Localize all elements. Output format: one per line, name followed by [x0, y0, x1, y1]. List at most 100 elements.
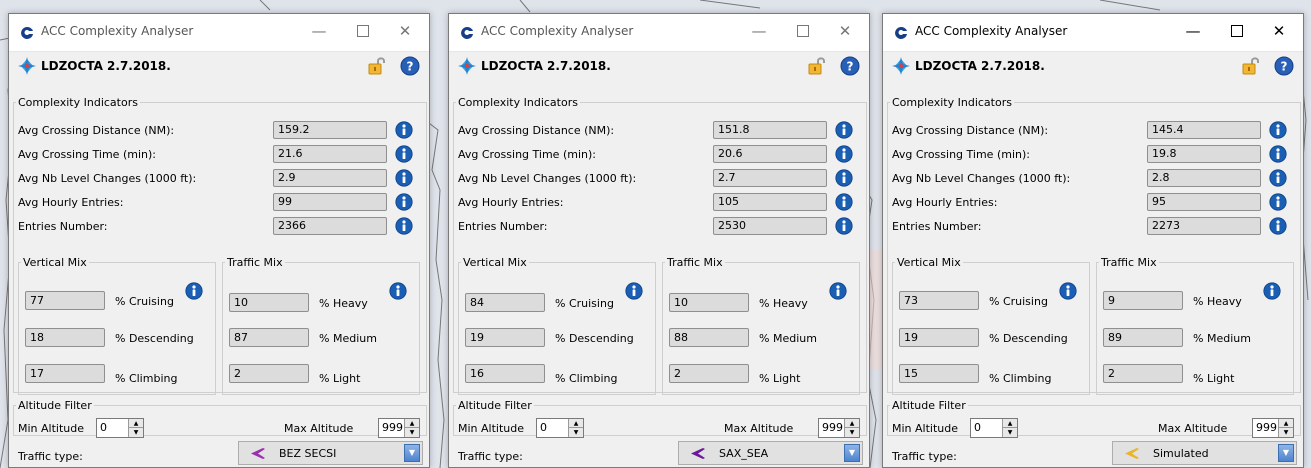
help-icon[interactable] [840, 56, 860, 76]
max-altitude-label: Max Altitude [1158, 422, 1228, 435]
traffic-type-select[interactable]: BEZ SECSI ▼ [238, 441, 423, 465]
info-icon[interactable] [1269, 217, 1287, 235]
traffic-type-value: Simulated [1153, 447, 1209, 460]
maximize-button[interactable] [1223, 20, 1251, 42]
indicator-row: Avg Hourly Entries: 95 [892, 193, 1300, 215]
info-icon[interactable] [395, 217, 413, 235]
info-icon[interactable] [835, 169, 853, 187]
spinner-value: 0 [974, 421, 981, 434]
spinner-value: 0 [540, 421, 547, 434]
info-icon[interactable] [395, 169, 413, 187]
spin-up-icon[interactable]: ▲ [845, 419, 859, 428]
dropdown-arrow-icon[interactable]: ▼ [1278, 444, 1294, 462]
group-legend: Vertical Mix [463, 256, 527, 269]
min-altitude-spinner[interactable]: 0 ▲ ▼ [96, 418, 144, 438]
spin-up-icon[interactable]: ▲ [405, 419, 419, 428]
max-altitude-spinner[interactable]: 999 ▲ ▼ [818, 418, 860, 438]
mix-row: 2 % Light [669, 364, 859, 386]
minimize-button[interactable]: — [745, 20, 773, 42]
spin-down-icon[interactable]: ▼ [1279, 428, 1293, 437]
spinner-buttons[interactable]: ▲ ▼ [404, 419, 419, 437]
analyser-window-3: ACC Complexity Analyser — ✕ LDZOCTA 2.7.… [882, 13, 1304, 468]
maximize-button[interactable] [789, 20, 817, 42]
spin-up-icon[interactable]: ▲ [569, 419, 583, 428]
spin-up-icon[interactable]: ▲ [1003, 419, 1017, 428]
unlock-icon[interactable] [1241, 56, 1263, 76]
mix-label: % Climbing [115, 372, 178, 385]
mix-row: 19 % Descending [465, 328, 655, 350]
min-altitude-spinner[interactable]: 0 ▲ ▼ [970, 418, 1018, 438]
indicator-label: Avg Nb Level Changes (1000 ft): [18, 172, 197, 185]
info-icon[interactable] [835, 193, 853, 211]
traffic-type-label: Traffic type: [458, 450, 523, 463]
info-icon[interactable] [395, 193, 413, 211]
help-icon[interactable] [400, 56, 420, 76]
spinner-buttons[interactable]: ▲ ▼ [568, 419, 583, 437]
mix-row: 15 % Climbing [899, 364, 1089, 386]
traffic-type-label: Traffic type: [892, 450, 957, 463]
vertical-mix-group: Vertical Mix 84 % Cruising 19 % Descendi… [458, 256, 656, 395]
maximize-button[interactable] [349, 20, 377, 42]
spin-down-icon[interactable]: ▼ [845, 428, 859, 437]
info-icon[interactable] [395, 145, 413, 163]
spinner-buttons[interactable]: ▲ ▼ [128, 419, 143, 437]
info-icon[interactable] [1269, 169, 1287, 187]
close-button[interactable]: ✕ [391, 20, 419, 42]
mix-label: % Medium [1193, 332, 1251, 345]
spin-down-icon[interactable]: ▼ [569, 428, 583, 437]
mix-value: 17 [25, 364, 105, 383]
unlock-icon[interactable] [807, 56, 829, 76]
spin-down-icon[interactable]: ▼ [1003, 428, 1017, 437]
mix-value: 2 [1103, 364, 1183, 383]
spin-up-icon[interactable]: ▲ [1279, 419, 1293, 428]
info-icon[interactable] [1269, 121, 1287, 139]
spinner-buttons[interactable]: ▲ ▼ [1278, 419, 1293, 437]
spinner-buttons[interactable]: ▲ ▼ [844, 419, 859, 437]
spin-down-icon[interactable]: ▼ [405, 428, 419, 437]
window-title: ACC Complexity Analyser [41, 24, 194, 38]
title-bar[interactable]: ACC Complexity Analyser — ✕ [449, 14, 869, 52]
traffic-type-select[interactable]: SAX_SEA ▼ [678, 441, 863, 465]
mix-row: 17 % Climbing [25, 364, 215, 386]
indicator-value: 2.9 [273, 169, 387, 187]
dropdown-arrow-icon[interactable]: ▼ [404, 444, 420, 462]
group-legend: Complexity Indicators [892, 96, 1012, 109]
group-legend: Altitude Filter [18, 399, 92, 412]
mix-row: 19 % Descending [899, 328, 1089, 350]
max-altitude-spinner[interactable]: 999 ▲ ▼ [1252, 418, 1294, 438]
sector-icon [17, 56, 37, 76]
minimize-button[interactable]: — [305, 20, 333, 42]
indicator-label: Entries Number: [458, 220, 548, 233]
close-button[interactable]: ✕ [831, 20, 859, 42]
indicator-value: 2530 [713, 217, 827, 235]
spinner-buttons[interactable]: ▲ ▼ [1002, 419, 1017, 437]
sector-title: LDZOCTA 2.7.2018. [41, 59, 171, 73]
spin-up-icon[interactable]: ▲ [129, 419, 143, 428]
mix-label: % Descending [989, 332, 1068, 345]
mix-label: % Heavy [759, 297, 808, 310]
window-title: ACC Complexity Analyser [915, 24, 1068, 38]
close-button[interactable]: ✕ [1265, 20, 1293, 42]
info-icon[interactable] [1269, 145, 1287, 163]
indicator-value: 159.2 [273, 121, 387, 139]
title-bar[interactable]: ACC Complexity Analyser — ✕ [9, 14, 429, 52]
indicator-value: 2273 [1147, 217, 1261, 235]
help-icon[interactable] [1274, 56, 1294, 76]
info-icon[interactable] [835, 217, 853, 235]
min-altitude-label: Min Altitude [892, 422, 958, 435]
minimize-button[interactable]: — [1179, 20, 1207, 42]
mix-row: 18 % Descending [25, 328, 215, 350]
analyser-window-2: ACC Complexity Analyser — ✕ LDZOCTA 2.7.… [448, 13, 870, 468]
info-icon[interactable] [395, 121, 413, 139]
unlock-icon[interactable] [367, 56, 389, 76]
min-altitude-spinner[interactable]: 0 ▲ ▼ [536, 418, 584, 438]
indicator-label: Avg Hourly Entries: [892, 196, 998, 209]
spin-down-icon[interactable]: ▼ [129, 428, 143, 437]
traffic-type-select[interactable]: Simulated ▼ [1112, 441, 1297, 465]
max-altitude-spinner[interactable]: 999 ▲ ▼ [378, 418, 420, 438]
info-icon[interactable] [835, 145, 853, 163]
info-icon[interactable] [1269, 193, 1287, 211]
title-bar[interactable]: ACC Complexity Analyser — ✕ [883, 14, 1303, 52]
info-icon[interactable] [835, 121, 853, 139]
dropdown-arrow-icon[interactable]: ▼ [844, 444, 860, 462]
